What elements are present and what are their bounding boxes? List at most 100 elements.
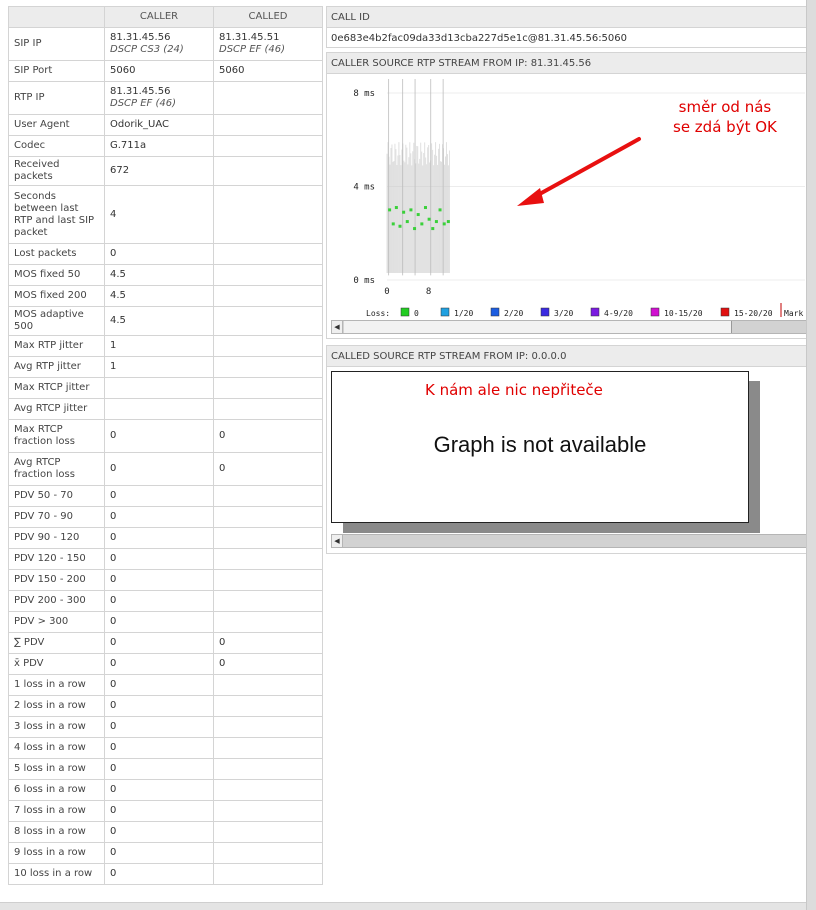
table-row: 8 loss in a row 0: [8, 821, 323, 843]
row-label: MOS fixed 200: [8, 285, 105, 307]
table-row: Codec G.711a: [8, 135, 323, 157]
caller-value-dscp: DSCP EF (46): [110, 98, 177, 109]
table-row: 6 loss in a row 0: [8, 779, 323, 801]
called-value: 0: [213, 632, 323, 654]
call-id-value: 0e683e4b2fac09da33d13cba227d5e1c@81.31.4…: [331, 33, 628, 44]
caller-value: 4: [104, 185, 214, 244]
row-label-text: PDV 120 - 150: [14, 553, 86, 564]
caller-value: 0: [104, 243, 214, 265]
y-tick-label: 0 ms: [353, 276, 375, 286]
called-value: [213, 156, 323, 186]
x-tick-label: 0: [384, 287, 389, 297]
row-label-text: PDV 200 - 300: [14, 595, 86, 606]
table-row: 10 loss in a row 0: [8, 863, 323, 885]
scroll-left-icon[interactable]: ◀: [332, 321, 343, 333]
table-row: 5 loss in a row 0: [8, 758, 323, 780]
caller-graph-scrollbar[interactable]: ◀: [331, 320, 807, 334]
table-row: Lost packets 0: [8, 243, 323, 265]
called-value: [213, 335, 323, 357]
row-label-text: PDV > 300: [14, 616, 69, 627]
table-row: Avg RTCP fraction loss 0 0: [8, 452, 323, 486]
caller-value: [104, 398, 214, 420]
header-blank: [8, 6, 105, 28]
table-row: RTP IP 81.31.45.56 DSCP EF (46): [8, 81, 323, 115]
called-value: [213, 779, 323, 801]
row-label-text: PDV 90 - 120: [14, 532, 80, 543]
caller-value-text: 0: [110, 763, 117, 774]
called-value: [213, 114, 323, 136]
table-row: PDV 90 - 120 0: [8, 527, 323, 549]
caller-value-text: 0: [110, 679, 117, 690]
table-row: 9 loss in a row 0: [8, 842, 323, 864]
called-stream-header: CALLED SOURCE RTP STREAM FROM IP: 0.0.0.…: [327, 346, 807, 367]
row-label: 7 loss in a row: [8, 800, 105, 822]
legend-label: 3/20: [554, 309, 573, 317]
called-graph-area: Graph is not available K nám ale nic nep…: [327, 368, 807, 533]
caller-value: 5060: [104, 60, 214, 82]
row-label-text: Avg RTP jitter: [14, 361, 81, 372]
caller-value: 81.31.45.56 DSCP CS3 (24): [104, 27, 214, 61]
called-value-text: 5060: [219, 65, 245, 76]
caller-value-text: 0: [110, 616, 117, 627]
row-label: 4 loss in a row: [8, 737, 105, 759]
horizontal-scrollbar[interactable]: [0, 902, 806, 910]
row-label-text: PDV 50 - 70: [14, 490, 73, 501]
table-row: Seconds between last RTP and last SIP pa…: [8, 185, 323, 244]
legend-swatch: [540, 307, 550, 317]
scroll-left-icon[interactable]: ◀: [332, 535, 343, 547]
row-label: 9 loss in a row: [8, 842, 105, 864]
legend-label: 4-9/20: [604, 309, 633, 317]
legend-swatch: [650, 307, 660, 317]
row-label: 2 loss in a row: [8, 695, 105, 717]
called-value-text: 0: [219, 463, 226, 474]
legend-label: 2/20: [504, 309, 523, 317]
row-label: Avg RTCP fraction loss: [8, 452, 105, 486]
row-label-text: User Agent: [14, 119, 70, 130]
row-label-text: 7 loss in a row: [14, 805, 86, 816]
row-label-text: 2 loss in a row: [14, 700, 86, 711]
caller-value: 0: [104, 452, 214, 486]
table-row: Max RTCP jitter: [8, 377, 323, 399]
caller-value-text: 1: [110, 340, 117, 351]
row-label-text: MOS adaptive 500: [14, 309, 84, 332]
table-row: SIP IP 81.31.45.56 DSCP CS3 (24) 81.31.45.5…: [8, 27, 323, 61]
table-row: ∑ PDV 0 0: [8, 632, 323, 654]
caller-value: 0: [104, 527, 214, 549]
caller-value: 81.31.45.56 DSCP EF (46): [104, 81, 214, 115]
caller-value: 0: [104, 569, 214, 591]
called-value: [213, 485, 323, 507]
caller-value: 0: [104, 842, 214, 864]
caller-value: 0: [104, 674, 214, 696]
caller-value-text: 0: [110, 868, 117, 879]
called-value-text: 0: [219, 637, 226, 648]
caller-value-text: 672: [110, 165, 130, 176]
table-row: Avg RTP jitter 1: [8, 356, 323, 378]
legend-swatch: [400, 307, 410, 317]
vertical-scrollbar[interactable]: [806, 0, 816, 910]
legend-swatch: [720, 307, 730, 317]
caller-value-dscp: DSCP CS3 (24): [110, 44, 184, 55]
caller-value: G.711a: [104, 135, 214, 157]
row-label-text: Lost packets: [14, 248, 77, 259]
row-label: PDV > 300: [8, 611, 105, 633]
caller-value: 0: [104, 611, 214, 633]
called-graph-scrollbar[interactable]: ◀: [331, 534, 807, 548]
caller-value-text: 0: [110, 847, 117, 858]
caller-value: 4.5: [104, 306, 214, 336]
caller-value-text: 0: [110, 463, 117, 474]
row-label-text: Avg RTCP fraction loss: [14, 457, 75, 480]
row-label: Max RTCP jitter: [8, 377, 105, 399]
row-label: PDV 50 - 70: [8, 485, 105, 507]
caller-value: 0: [104, 716, 214, 738]
called-value: [213, 377, 323, 399]
scrollbar-thumb[interactable]: [344, 321, 732, 333]
row-label-text: MOS fixed 50: [14, 269, 81, 280]
rtp-stats-table: CALLER CALLED SIP IP 81.31.45.56 DSCP CS3 …: [8, 6, 323, 885]
caller-value: 0: [104, 419, 214, 453]
called-value: [213, 590, 323, 612]
row-label: PDV 200 - 300: [8, 590, 105, 612]
caller-value-text: 5060: [110, 65, 136, 76]
row-label-text: 6 loss in a row: [14, 784, 86, 795]
called-value: [213, 611, 323, 633]
row-label: Received packets: [8, 156, 105, 186]
